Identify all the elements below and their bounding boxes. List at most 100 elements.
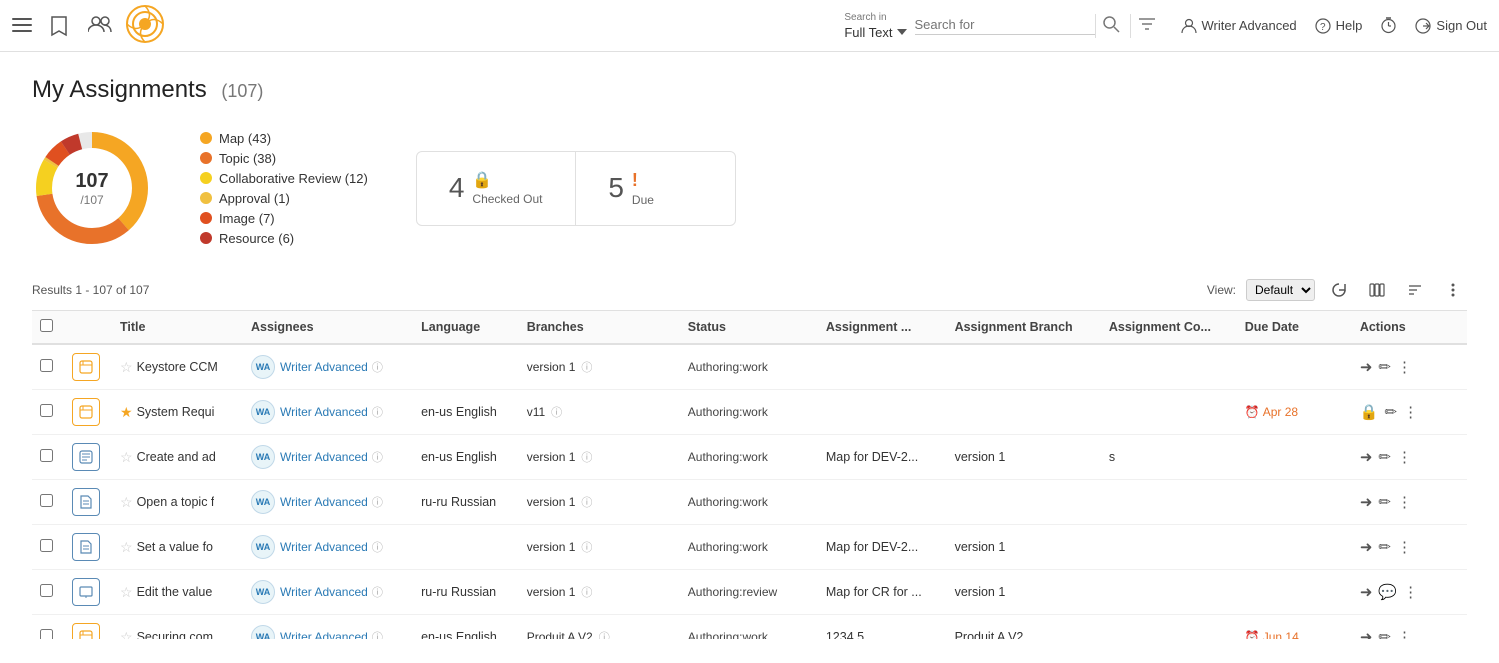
menu-icon[interactable] bbox=[12, 15, 34, 37]
more-icon[interactable]: ⋮ bbox=[1397, 538, 1412, 556]
info-icon[interactable]: ⓘ bbox=[372, 629, 383, 639]
edit-icon[interactable]: ✏ bbox=[1378, 358, 1391, 376]
language-header[interactable]: Language bbox=[413, 311, 519, 345]
row-checkbox[interactable] bbox=[40, 539, 53, 552]
lock-action-icon[interactable]: 🔒 bbox=[1360, 403, 1379, 421]
more-icon[interactable]: ⋮ bbox=[1403, 403, 1418, 421]
legend-item: Topic (38) bbox=[200, 151, 368, 166]
help-button[interactable]: ? Help bbox=[1315, 18, 1363, 34]
forward-icon[interactable]: ➜ bbox=[1360, 448, 1373, 466]
branch-info-icon[interactable]: ⓘ bbox=[581, 539, 592, 555]
row-checkbox-cell bbox=[32, 525, 64, 570]
row-title[interactable]: Set a value fo bbox=[137, 540, 213, 554]
star-icon[interactable]: ★ bbox=[120, 404, 133, 421]
star-icon[interactable]: ☆ bbox=[120, 584, 133, 601]
edit-icon[interactable]: ✏ bbox=[1378, 493, 1391, 511]
row-checkbox[interactable] bbox=[40, 584, 53, 597]
assignment-co-header[interactable]: Assignment Co... bbox=[1101, 311, 1237, 345]
row-checkbox[interactable] bbox=[40, 404, 53, 417]
assignment-header[interactable]: Assignment ... bbox=[818, 311, 947, 345]
star-icon[interactable]: ☆ bbox=[120, 449, 133, 466]
row-checkbox[interactable] bbox=[40, 629, 53, 639]
assignee-name[interactable]: Writer Advanced bbox=[280, 360, 368, 374]
assignment-branch-header[interactable]: Assignment Branch bbox=[947, 311, 1101, 345]
signout-button[interactable]: Sign Out bbox=[1415, 18, 1487, 34]
row-title[interactable]: Create and ad bbox=[137, 450, 216, 464]
branch-info-icon[interactable]: ⓘ bbox=[581, 494, 592, 510]
user-menu[interactable]: Writer Advanced bbox=[1181, 18, 1297, 34]
branch-info-icon[interactable]: ⓘ bbox=[599, 629, 610, 639]
more-icon[interactable]: ⋮ bbox=[1397, 628, 1412, 639]
info-icon[interactable]: ⓘ bbox=[372, 404, 383, 420]
sort-icon[interactable] bbox=[1401, 276, 1429, 304]
search-icon[interactable] bbox=[1102, 15, 1124, 37]
more-icon[interactable]: ⋮ bbox=[1397, 493, 1412, 511]
row-title[interactable]: Securing com bbox=[137, 630, 213, 639]
search-input[interactable] bbox=[915, 17, 1075, 32]
status-header[interactable]: Status bbox=[680, 311, 818, 345]
row-title-cell: ☆ Open a topic f bbox=[112, 480, 243, 525]
assignee-name[interactable]: Writer Advanced bbox=[280, 405, 368, 419]
star-icon[interactable]: ☆ bbox=[120, 359, 133, 376]
refresh-icon[interactable] bbox=[1325, 276, 1353, 304]
star-icon[interactable]: ☆ bbox=[120, 494, 133, 511]
branch-info-icon[interactable]: ⓘ bbox=[581, 359, 592, 375]
row-assign-co-cell bbox=[1101, 480, 1237, 525]
row-title[interactable]: Keystore CCM bbox=[137, 360, 218, 374]
row-due-cell: ⏰ Apr 28 bbox=[1237, 390, 1352, 435]
forward-icon[interactable]: ➜ bbox=[1360, 493, 1373, 511]
forward-icon[interactable]: ➜ bbox=[1360, 538, 1373, 556]
row-checkbox[interactable] bbox=[40, 494, 53, 507]
row-title[interactable]: Edit the value bbox=[137, 585, 213, 599]
edit-icon[interactable]: ✏ bbox=[1378, 448, 1391, 466]
info-icon[interactable]: ⓘ bbox=[372, 584, 383, 600]
view-select[interactable]: Default bbox=[1246, 279, 1315, 301]
map-icon bbox=[72, 623, 100, 639]
search-type-select[interactable]: Full Text bbox=[844, 25, 906, 40]
columns-icon[interactable] bbox=[1363, 276, 1391, 304]
branch-info-icon[interactable]: ⓘ bbox=[581, 584, 592, 600]
assignee-name[interactable]: Writer Advanced bbox=[280, 450, 368, 464]
row-title[interactable]: System Requi bbox=[137, 405, 215, 419]
edit-icon[interactable]: ✏ bbox=[1378, 538, 1391, 556]
timer-icon[interactable] bbox=[1380, 17, 1397, 34]
more-icon[interactable]: ⋮ bbox=[1397, 448, 1412, 466]
branch-info-icon[interactable]: ⓘ bbox=[581, 449, 592, 465]
star-header bbox=[64, 311, 112, 345]
select-all-checkbox[interactable] bbox=[40, 319, 53, 332]
forward-icon[interactable]: ➜ bbox=[1360, 628, 1373, 639]
row-checkbox[interactable] bbox=[40, 359, 53, 372]
assignee-name[interactable]: Writer Advanced bbox=[280, 585, 368, 599]
forward-icon[interactable]: ➜ bbox=[1360, 583, 1373, 601]
edit-icon[interactable]: ✏ bbox=[1378, 628, 1391, 639]
more-options-icon[interactable] bbox=[1439, 276, 1467, 304]
logo[interactable] bbox=[126, 5, 164, 46]
assignees-header[interactable]: Assignees bbox=[243, 311, 413, 345]
users-icon[interactable] bbox=[88, 15, 110, 37]
row-branch: version 1 bbox=[527, 585, 576, 599]
assignee-name[interactable]: Writer Advanced bbox=[280, 495, 368, 509]
assignee-name[interactable]: Writer Advanced bbox=[280, 630, 368, 639]
title-header[interactable]: Title bbox=[112, 311, 243, 345]
branch-info-icon[interactable]: ⓘ bbox=[551, 404, 562, 420]
comment-icon[interactable]: 💬 bbox=[1378, 583, 1397, 601]
due-date-header[interactable]: Due Date bbox=[1237, 311, 1352, 345]
row-status: Authoring:work bbox=[688, 450, 768, 464]
row-title[interactable]: Open a topic f bbox=[137, 495, 215, 509]
assignee-name[interactable]: Writer Advanced bbox=[280, 540, 368, 554]
info-icon[interactable]: ⓘ bbox=[372, 539, 383, 555]
more-icon[interactable]: ⋮ bbox=[1403, 583, 1418, 601]
branches-header[interactable]: Branches bbox=[519, 311, 680, 345]
filter-icon[interactable] bbox=[1137, 15, 1159, 37]
row-checkbox[interactable] bbox=[40, 449, 53, 462]
bookmark-icon[interactable] bbox=[50, 15, 72, 37]
row-status-cell: Authoring:work bbox=[680, 435, 818, 480]
info-icon[interactable]: ⓘ bbox=[372, 449, 383, 465]
star-icon[interactable]: ☆ bbox=[120, 629, 133, 640]
info-icon[interactable]: ⓘ bbox=[372, 359, 383, 375]
star-icon[interactable]: ☆ bbox=[120, 539, 133, 556]
edit-icon[interactable]: ✏ bbox=[1385, 403, 1398, 421]
forward-icon[interactable]: ➜ bbox=[1360, 358, 1373, 376]
more-icon[interactable]: ⋮ bbox=[1397, 358, 1412, 376]
info-icon[interactable]: ⓘ bbox=[372, 494, 383, 510]
